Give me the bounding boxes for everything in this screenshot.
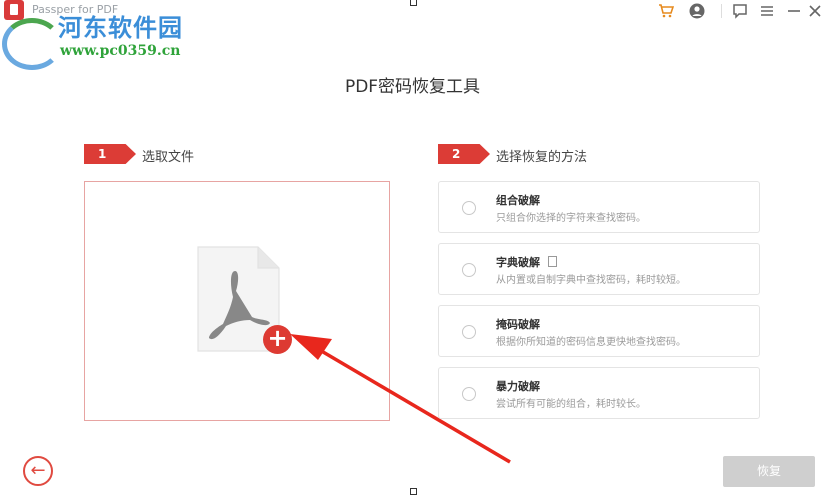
dictionary-file-icon[interactable] <box>548 256 557 267</box>
watermark-site-name: 河东软件园 <box>58 13 183 42</box>
selection-handle-top <box>410 0 417 6</box>
method-desc: 从内置或自制字典中查找密码，耗时较短。 <box>496 275 686 286</box>
method-desc: 尝试所有可能的组合，耗时较长。 <box>496 399 646 410</box>
page-title: PDF密码恢复工具 <box>344 77 481 97</box>
method-radio[interactable] <box>462 201 476 215</box>
method-desc: 只组合你选择的字符来查找密码。 <box>496 213 646 224</box>
watermark-logo <box>2 18 62 70</box>
feedback-icon[interactable] <box>731 2 749 20</box>
add-file-button[interactable]: + <box>263 325 292 354</box>
app-logo <box>4 0 24 20</box>
method-title-text: 字典破解 <box>496 256 540 269</box>
method-title: 字典破解 <box>496 254 557 270</box>
method-radio[interactable] <box>462 325 476 339</box>
method-card-mask[interactable]: 掩码破解 根据你所知道的密码信息更快地查找密码。 <box>438 305 760 357</box>
method-radio[interactable] <box>462 263 476 277</box>
menu-icon[interactable] <box>758 2 776 20</box>
watermark-url: www.pc0359.cn <box>60 43 181 59</box>
method-card-dictionary[interactable]: 字典破解 从内置或自制字典中查找密码，耗时较短。 <box>438 243 760 295</box>
step2-label: 选择恢复的方法 <box>496 150 588 165</box>
method-desc: 根据你所知道的密码信息更快地查找密码。 <box>496 337 686 348</box>
step1-label: 选取文件 <box>142 150 195 165</box>
titlebar-divider <box>721 4 722 18</box>
recover-button[interactable]: 恢复 <box>723 456 815 487</box>
method-radio[interactable] <box>462 387 476 401</box>
method-card-combination[interactable]: 组合破解 只组合你选择的字符来查找密码。 <box>438 181 760 233</box>
method-card-brute-force[interactable]: 暴力破解 尝试所有可能的组合，耗时较长。 <box>438 367 760 419</box>
user-icon[interactable] <box>688 2 706 20</box>
step2-badge: 2 <box>438 144 490 164</box>
method-title: 掩码破解 <box>496 318 540 331</box>
cart-icon[interactable] <box>657 2 675 20</box>
method-title: 暴力破解 <box>496 380 540 393</box>
step1-badge: 1 <box>84 144 136 164</box>
minimize-icon[interactable] <box>785 2 803 20</box>
close-icon[interactable] <box>806 2 824 20</box>
method-title: 组合破解 <box>496 194 540 207</box>
back-button[interactable]: ← <box>23 456 53 486</box>
